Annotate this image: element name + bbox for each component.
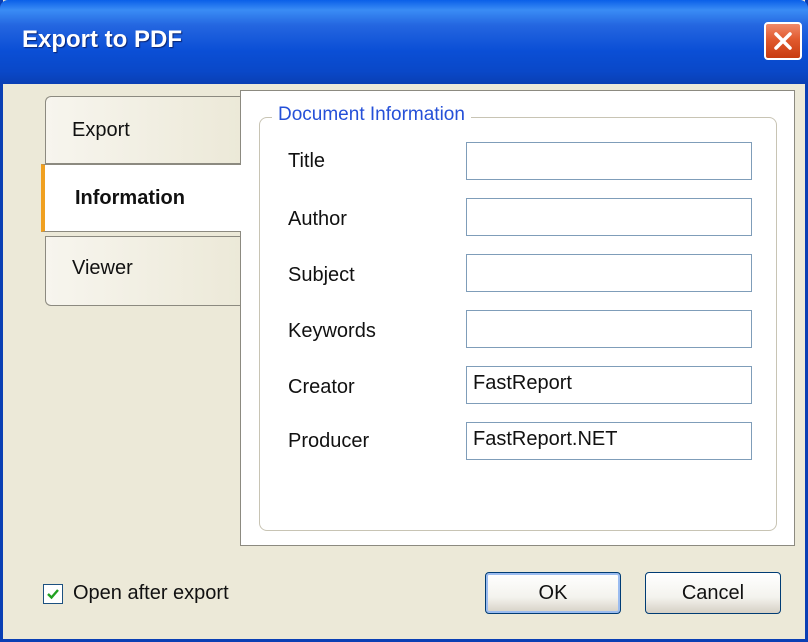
title-label: Title [288, 150, 326, 172]
cancel-button[interactable]: Cancel [645, 572, 781, 614]
producer-label: Producer [288, 430, 370, 452]
close-icon [774, 32, 792, 50]
keywords-field[interactable] [466, 310, 752, 348]
tab-export[interactable]: Export [45, 96, 241, 164]
close-button[interactable] [764, 22, 802, 60]
creator-field[interactable]: FastReport [466, 366, 752, 404]
export-dialog-window: Export to PDF Export Information Viewer … [0, 0, 808, 642]
subject-field[interactable] [466, 254, 752, 292]
window-title: Export to PDF [22, 26, 182, 53]
open-after-export-label[interactable]: Open after export [73, 582, 229, 605]
open-after-export-checkbox[interactable] [43, 584, 63, 604]
ok-button[interactable]: OK [485, 572, 621, 614]
producer-field[interactable]: FastReport.NET [466, 422, 752, 460]
tab-information[interactable]: Information [41, 164, 241, 232]
information-panel: Document Information Title Author Subjec… [240, 90, 795, 546]
title-bar[interactable]: Export to PDF [0, 0, 808, 84]
keywords-label: Keywords [288, 320, 376, 342]
group-legend: Document Information [272, 104, 471, 126]
tab-information-label: Information [75, 186, 185, 209]
checkmark-icon [47, 589, 59, 600]
title-field[interactable] [466, 142, 752, 180]
creator-label: Creator [288, 376, 355, 398]
tab-viewer[interactable]: Viewer [45, 236, 241, 306]
author-label: Author [288, 208, 347, 230]
document-information-group: Document Information Title Author Subjec… [259, 104, 777, 531]
subject-label: Subject [288, 264, 355, 286]
tab-viewer-label: Viewer [72, 257, 133, 279]
tab-export-label: Export [72, 118, 130, 141]
author-field[interactable] [466, 198, 752, 236]
